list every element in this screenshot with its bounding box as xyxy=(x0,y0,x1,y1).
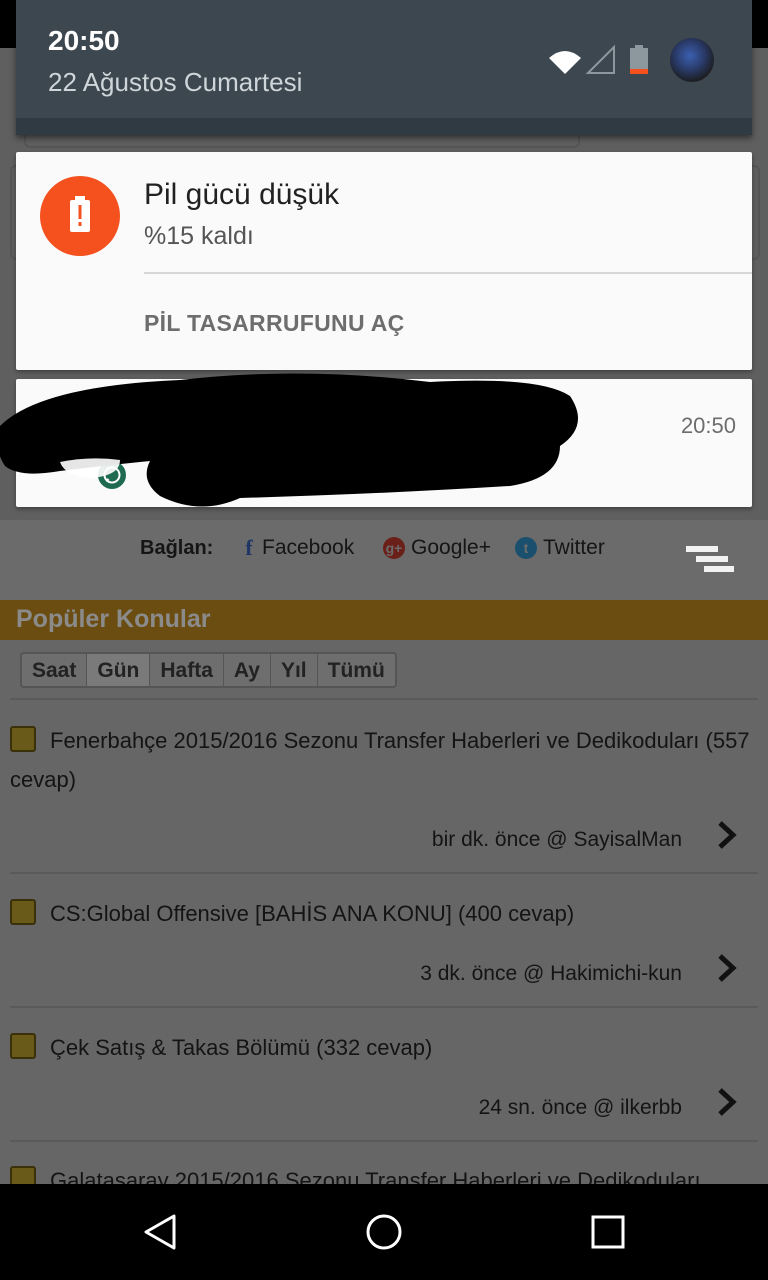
topic-title[interactable]: Fenerbahçe 2015/2016 Sezonu Transfer Hab… xyxy=(10,721,762,799)
chevron-right-icon[interactable] xyxy=(716,953,738,983)
connect-label: Bağlan: xyxy=(140,537,214,559)
topic-meta: bir dk. önce @ SayisalMan xyxy=(431,828,682,851)
period-tabs: Saat Gün Hafta Ay Yıl Tümü xyxy=(20,652,397,688)
tab-saat[interactable]: Saat xyxy=(22,654,88,686)
status-bar-edge xyxy=(752,0,768,48)
notification-subtitle: %15 kaldı xyxy=(144,222,254,250)
divider xyxy=(144,272,752,274)
date[interactable]: 22 Ağustos Cumartesi xyxy=(48,67,302,98)
clock: 20:50 xyxy=(48,25,120,56)
topic-title[interactable]: Galatasaray 2015/2016 Sezonu Transfer Ha… xyxy=(10,1161,762,1184)
topic-title[interactable]: CS:Global Offensive [BAHİS ANA KONU] (40… xyxy=(10,894,762,933)
topic-title[interactable]: Çek Satış & Takas Bölümü (332 cevap) xyxy=(10,1028,762,1067)
google-plus-icon: g+ xyxy=(383,537,405,559)
topic-meta: 24 sn. önce @ ilkerbb xyxy=(478,1096,682,1119)
twitter-link[interactable]: t Twitter xyxy=(515,536,605,560)
notification-time: 20:50 xyxy=(680,413,736,438)
facebook-label: Facebook xyxy=(262,536,355,559)
section-title: Popüler Konular xyxy=(16,605,211,633)
battery-alert-icon xyxy=(40,176,120,256)
battery-saver-button[interactable]: PİL TASARRUFUNU AÇ xyxy=(144,310,405,337)
status-bar-edge xyxy=(0,0,16,48)
tab-hafta[interactable]: Hafta xyxy=(150,654,224,686)
menu-icon[interactable] xyxy=(686,546,736,582)
redaction-scribble xyxy=(0,373,578,507)
wifi-icon xyxy=(549,51,581,74)
divider xyxy=(10,698,758,700)
twitter-label: Twitter xyxy=(543,536,605,559)
battery-notification[interactable]: Pil gücü düşük %15 kaldı PİL TASARRUFUNU… xyxy=(16,152,752,370)
google-plus-link[interactable]: g+ Google+ xyxy=(383,536,491,560)
chevron-right-icon[interactable] xyxy=(716,1087,738,1117)
connect-bar xyxy=(0,520,768,600)
google-plus-label: Google+ xyxy=(411,536,491,559)
back-icon[interactable] xyxy=(140,1212,180,1252)
recents-icon[interactable] xyxy=(588,1212,628,1252)
divider xyxy=(10,872,758,874)
chevron-right-icon[interactable] xyxy=(716,820,738,850)
tab-ay[interactable]: Ay xyxy=(224,654,271,686)
tab-gun[interactable]: Gün xyxy=(87,654,151,686)
tab-yil[interactable]: Yıl xyxy=(271,654,318,686)
tab-tumu[interactable]: Tümü xyxy=(318,654,395,686)
topic-meta: 3 dk. önce @ Hakimichi-kun xyxy=(420,962,682,985)
twitter-icon: t xyxy=(515,537,537,559)
divider xyxy=(10,1140,758,1142)
facebook-icon: f xyxy=(245,535,253,560)
home-icon[interactable] xyxy=(364,1212,404,1252)
notification-title: Pil gücü düşük xyxy=(144,178,340,211)
facebook-link[interactable]: f Facebook xyxy=(242,535,355,560)
user-avatar[interactable] xyxy=(670,38,714,82)
divider xyxy=(10,1006,758,1008)
shade-header-edge xyxy=(16,118,752,135)
signal-icon xyxy=(585,44,615,74)
battery-icon xyxy=(630,45,648,74)
